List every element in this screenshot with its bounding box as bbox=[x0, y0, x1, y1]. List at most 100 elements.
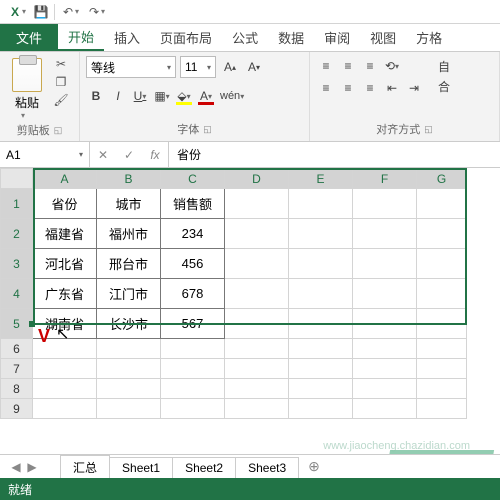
paste-icon[interactable] bbox=[12, 58, 42, 92]
cell[interactable] bbox=[353, 379, 417, 399]
col-header[interactable]: C bbox=[161, 169, 225, 189]
cell[interactable] bbox=[289, 189, 353, 219]
row-header[interactable]: 7 bbox=[1, 359, 33, 379]
col-header[interactable]: A bbox=[33, 169, 97, 189]
cell[interactable] bbox=[289, 359, 353, 379]
fill-color-icon[interactable]: ⬙▾ bbox=[174, 86, 194, 106]
col-header[interactable]: D bbox=[225, 169, 289, 189]
redo-dropdown-icon[interactable]: ▾ bbox=[101, 7, 105, 16]
cancel-icon[interactable]: ✕ bbox=[90, 148, 116, 162]
col-header[interactable]: E bbox=[289, 169, 353, 189]
cell[interactable] bbox=[353, 279, 417, 309]
cell[interactable]: 江门市 bbox=[97, 279, 161, 309]
fill-handle[interactable] bbox=[29, 321, 35, 327]
align-right-icon[interactable]: ≡ bbox=[360, 78, 380, 98]
cell[interactable] bbox=[289, 219, 353, 249]
undo-dropdown-icon[interactable]: ▾ bbox=[75, 7, 79, 16]
cell[interactable]: 省份 bbox=[33, 189, 97, 219]
qat-customize-icon[interactable]: ▾ bbox=[22, 7, 26, 16]
select-all-corner[interactable] bbox=[1, 169, 33, 189]
formula-input[interactable]: 省份 bbox=[169, 142, 500, 167]
sheet-nav-prev-icon[interactable]: ◀ bbox=[8, 460, 24, 474]
tab-data[interactable]: 数据 bbox=[268, 24, 314, 51]
cell[interactable] bbox=[417, 359, 467, 379]
phonetic-icon[interactable]: wén▾ bbox=[218, 86, 246, 106]
cell[interactable]: 567 bbox=[161, 309, 225, 339]
row-header[interactable]: 5 bbox=[1, 309, 33, 339]
cell[interactable] bbox=[97, 399, 161, 419]
indent-dec-icon[interactable]: ⇤ bbox=[382, 78, 402, 98]
cell[interactable] bbox=[97, 379, 161, 399]
align-top-icon[interactable]: ≡ bbox=[316, 56, 336, 76]
paste-button[interactable]: 粘贴 bbox=[15, 94, 39, 111]
row-header[interactable]: 2 bbox=[1, 219, 33, 249]
cell[interactable] bbox=[225, 219, 289, 249]
row-header[interactable]: 6 bbox=[1, 339, 33, 359]
cell[interactable] bbox=[353, 189, 417, 219]
confirm-icon[interactable]: ✓ bbox=[116, 148, 142, 162]
font-name-select[interactable]: 等线▾ bbox=[86, 56, 176, 78]
cell[interactable] bbox=[225, 309, 289, 339]
cell[interactable] bbox=[289, 339, 353, 359]
cell[interactable]: 456 bbox=[161, 249, 225, 279]
cell[interactable] bbox=[289, 379, 353, 399]
tab-formulas[interactable]: 公式 bbox=[222, 24, 268, 51]
paste-dropdown-icon[interactable]: ▾ bbox=[21, 111, 25, 120]
cell[interactable] bbox=[417, 189, 467, 219]
cell[interactable]: 福建省 bbox=[33, 219, 97, 249]
cell[interactable] bbox=[33, 379, 97, 399]
cell[interactable]: 河北省 bbox=[33, 249, 97, 279]
row-header[interactable]: 8 bbox=[1, 379, 33, 399]
cell[interactable] bbox=[417, 219, 467, 249]
cell[interactable] bbox=[417, 399, 467, 419]
row-header[interactable]: 9 bbox=[1, 399, 33, 419]
cell[interactable] bbox=[97, 359, 161, 379]
cell[interactable] bbox=[417, 379, 467, 399]
cell[interactable]: 城市 bbox=[97, 189, 161, 219]
cell[interactable] bbox=[289, 309, 353, 339]
sheet-grid[interactable]: ABCDEFG1省份城市销售额2福建省福州市2343河北省邢台市4564广东省江… bbox=[0, 168, 500, 419]
indent-inc-icon[interactable]: ⇥ bbox=[404, 78, 424, 98]
tab-view[interactable]: 视图 bbox=[360, 24, 406, 51]
underline-button[interactable]: U▾ bbox=[130, 86, 150, 106]
cell[interactable]: 678 bbox=[161, 279, 225, 309]
cell[interactable] bbox=[353, 309, 417, 339]
font-size-select[interactable]: 11▾ bbox=[180, 56, 216, 78]
wrap-text-button[interactable]: 自 bbox=[434, 56, 454, 76]
align-middle-icon[interactable]: ≡ bbox=[338, 56, 358, 76]
name-box[interactable]: A1▾ bbox=[0, 142, 90, 167]
row-header[interactable]: 1 bbox=[1, 189, 33, 219]
row-header[interactable]: 4 bbox=[1, 279, 33, 309]
col-header[interactable]: B bbox=[97, 169, 161, 189]
cell[interactable] bbox=[161, 379, 225, 399]
orientation-icon[interactable]: ⟲▾ bbox=[382, 56, 402, 76]
cell[interactable] bbox=[33, 399, 97, 419]
sheet-nav-next-icon[interactable]: ▶ bbox=[24, 460, 40, 474]
launcher-icon[interactable]: ◱ bbox=[203, 124, 212, 135]
cell[interactable] bbox=[225, 359, 289, 379]
launcher-icon[interactable]: ◱ bbox=[424, 124, 433, 135]
align-left-icon[interactable]: ≡ bbox=[316, 78, 336, 98]
cell[interactable] bbox=[289, 279, 353, 309]
sheet-tab-summary[interactable]: 汇总 bbox=[60, 455, 110, 481]
merge-button[interactable]: 合 bbox=[434, 76, 454, 96]
cell[interactable] bbox=[353, 249, 417, 279]
format-painter-icon[interactable]: 🖌 bbox=[52, 92, 70, 108]
cell[interactable] bbox=[225, 279, 289, 309]
cell[interactable] bbox=[225, 399, 289, 419]
cell[interactable] bbox=[161, 399, 225, 419]
cell[interactable] bbox=[225, 189, 289, 219]
tab-page-layout[interactable]: 页面布局 bbox=[150, 24, 222, 51]
cell[interactable] bbox=[417, 309, 467, 339]
file-tab[interactable]: 文件 bbox=[0, 24, 58, 51]
cell[interactable] bbox=[417, 279, 467, 309]
row-header[interactable]: 3 bbox=[1, 249, 33, 279]
col-header[interactable]: G bbox=[417, 169, 467, 189]
cell[interactable] bbox=[417, 249, 467, 279]
fx-icon[interactable]: fx bbox=[142, 148, 168, 162]
grow-font-icon[interactable]: A▴ bbox=[220, 57, 240, 77]
cell[interactable] bbox=[225, 339, 289, 359]
tab-addon[interactable]: 方格 bbox=[406, 24, 452, 51]
italic-button[interactable]: I bbox=[108, 86, 128, 106]
cell[interactable]: 邢台市 bbox=[97, 249, 161, 279]
